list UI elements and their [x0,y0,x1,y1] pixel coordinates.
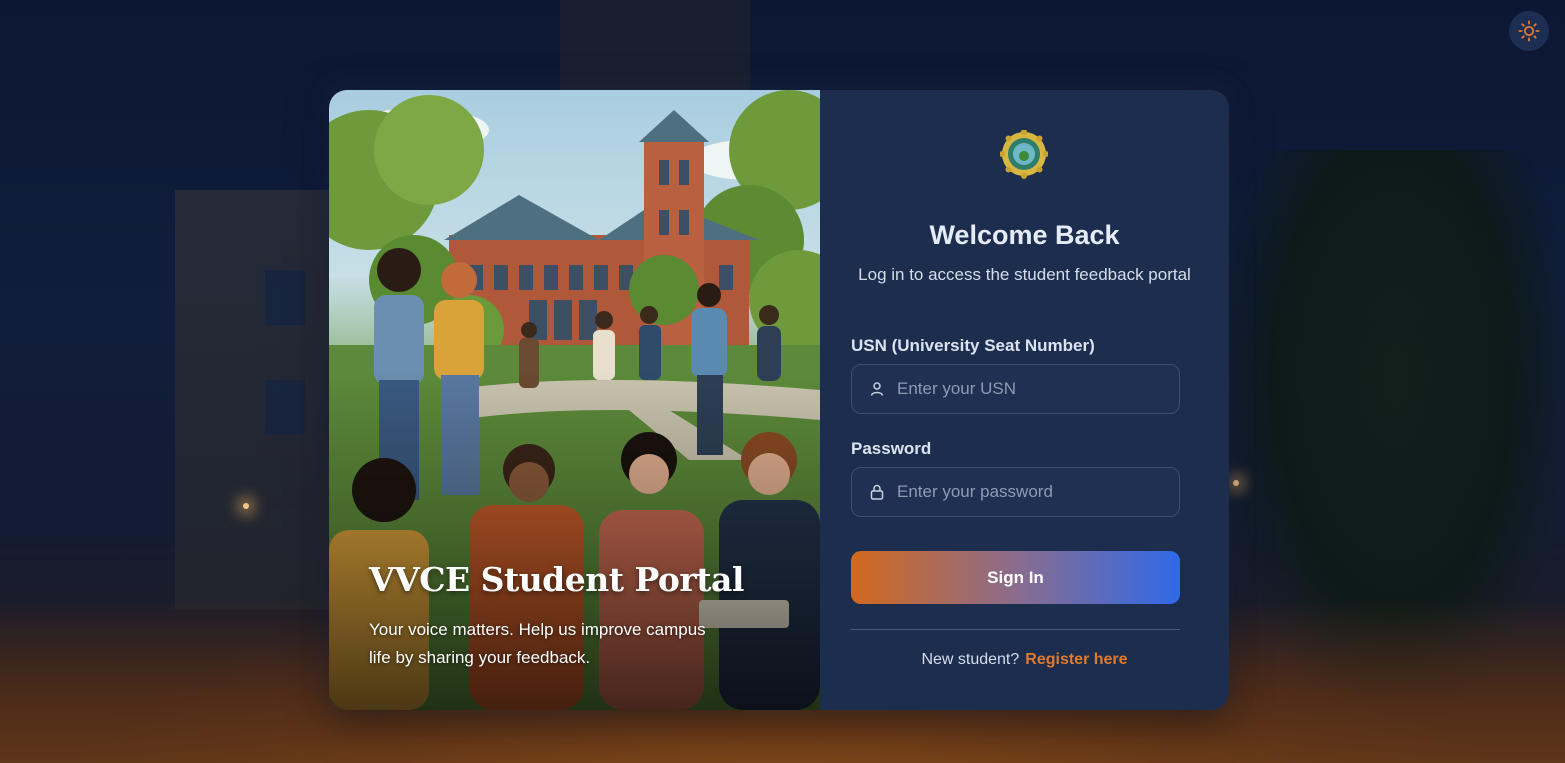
password-label: Password [851,439,932,458]
divider [851,629,1180,630]
college-emblem-icon [1000,130,1048,179]
password-field[interactable] [851,467,1180,517]
background-lamp [243,503,249,509]
theme-toggle-button[interactable] [1509,11,1549,51]
background-lamp [1233,480,1239,486]
usn-input[interactable] [897,379,1167,399]
login-card: VVCE Student Portal Your voice matters. … [329,90,1229,710]
hero-title: VVCE Student Portal [369,560,744,599]
hero-subtitle: Your voice matters. Help us improve camp… [369,620,706,667]
login-tagline: Log in to access the student feedback po… [858,265,1191,284]
user-icon [870,382,884,396]
new-student-text: New student? [921,651,1020,668]
register-link[interactable]: Register here [1025,651,1127,668]
usn-field[interactable] [851,364,1180,414]
register-row: New student? Register here [820,651,1229,669]
sun-icon [1518,20,1540,42]
lock-icon [870,484,884,500]
sign-in-button[interactable]: Sign In [851,551,1180,604]
background-building [175,190,335,610]
login-form-panel: Welcome Back Log in to access the studen… [820,90,1229,710]
password-input[interactable] [897,482,1167,502]
usn-label: USN (University Seat Number) [851,336,1095,355]
welcome-heading: Welcome Back [929,220,1120,250]
background-tower [560,0,750,95]
hero-panel: VVCE Student Portal Your voice matters. … [329,90,820,710]
